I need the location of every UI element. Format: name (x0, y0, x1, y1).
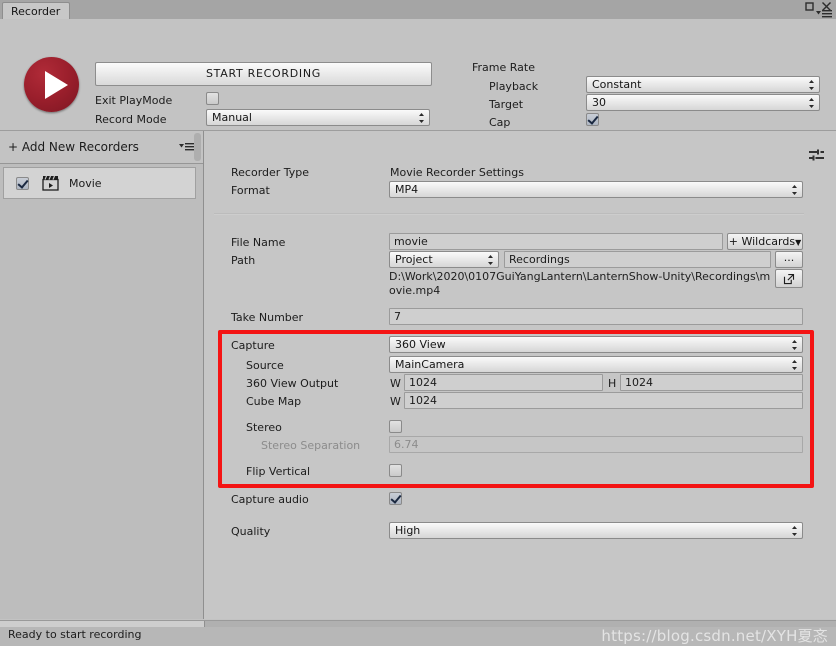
recorder-enabled-checkbox[interactable] (16, 177, 29, 190)
record-controls-panel: START RECORDING Exit PlayMode Record Mod… (0, 19, 836, 131)
capture-audio-checkbox[interactable] (389, 492, 402, 505)
chevron-updown-icon (792, 360, 797, 370)
record-mode-value: Manual (212, 111, 252, 124)
path-root-dropdown[interactable]: Project (389, 251, 499, 268)
capture-label: Capture (231, 339, 275, 352)
cube-map-label: Cube Map (246, 395, 302, 408)
view-output-width-input[interactable]: 1024 (404, 374, 603, 391)
frame-rate-group-label: Frame Rate (472, 61, 535, 74)
cube-map-width-input[interactable]: 1024 (404, 392, 803, 409)
target-label: Target (489, 98, 524, 111)
cap-checkbox[interactable] (586, 113, 599, 126)
playback-label: Playback (489, 80, 539, 93)
view-output-height-input[interactable]: 1024 (620, 374, 803, 391)
flip-vertical-checkbox[interactable] (389, 464, 402, 477)
take-number-label: Take Number (231, 311, 304, 324)
target-dropdown[interactable]: 30 (586, 94, 820, 111)
list-item[interactable]: Movie (3, 167, 196, 199)
chevron-down-icon: ▼ (795, 238, 802, 247)
playback-value: Constant (592, 78, 642, 91)
sidebar-header: + Add New Recorders (0, 131, 203, 164)
take-number-input[interactable]: 7 (389, 308, 803, 325)
view-output-w-prefix: W (390, 377, 401, 390)
record-play-button[interactable] (24, 57, 79, 112)
source-value: MainCamera (395, 358, 465, 371)
chevron-updown-icon (792, 340, 797, 350)
file-name-label: File Name (231, 236, 286, 249)
view-output-h-prefix: H (608, 377, 617, 390)
capture-dropdown[interactable]: 360 View (389, 336, 803, 353)
sidebar-scrollbar[interactable] (194, 133, 201, 161)
open-external-icon (783, 273, 795, 285)
chevron-updown-icon (488, 255, 493, 265)
stereo-checkbox[interactable] (389, 420, 402, 433)
exit-playmode-checkbox[interactable] (206, 92, 219, 105)
format-label: Format (231, 184, 270, 197)
resolved-path-text: D:\Work\2020\0107GuiYangLantern\LanternS… (389, 270, 771, 297)
file-name-input[interactable]: movie (389, 233, 723, 250)
wildcards-button[interactable]: + Wildcards▼ (727, 233, 803, 250)
path-root-value: Project (395, 253, 433, 266)
quality-dropdown[interactable]: High (389, 522, 803, 539)
quality-label: Quality (231, 525, 271, 538)
target-value: 30 (592, 96, 606, 109)
recorder-type-value: Movie Recorder Settings (390, 166, 524, 179)
record-mode-label: Record Mode (95, 113, 167, 126)
preset-settings-icon[interactable] (809, 149, 824, 163)
record-mode-dropdown[interactable]: Manual (206, 109, 430, 126)
recorders-sidebar: + Add New Recorders Movie (0, 131, 204, 619)
browse-path-button[interactable]: ... (775, 251, 803, 268)
flip-vertical-label: Flip Vertical (246, 465, 311, 478)
status-bar: Ready to start recording https://blog.cs… (0, 620, 836, 646)
chevron-updown-icon (809, 98, 814, 108)
source-dropdown[interactable]: MainCamera (389, 356, 803, 373)
recorder-window: Recorder START RECORDING Exit PlayMode R… (0, 0, 836, 646)
path-folder-input[interactable]: Recordings (504, 251, 771, 268)
path-label: Path (231, 254, 256, 267)
capture-value: 360 View (395, 338, 446, 351)
tab-recorder[interactable]: Recorder (2, 2, 70, 19)
chevron-updown-icon (809, 80, 814, 90)
wildcards-label: + Wildcards (728, 235, 796, 248)
add-new-recorders-button[interactable]: + Add New Recorders (8, 140, 139, 154)
quality-value: High (395, 524, 421, 537)
exit-playmode-label: Exit PlayMode (95, 94, 173, 107)
record-play-icon (45, 71, 68, 99)
stereo-label: Stereo (246, 421, 282, 434)
recorder-type-label: Recorder Type (231, 166, 310, 179)
cap-label: Cap (489, 116, 511, 129)
status-message: Ready to start recording (8, 628, 142, 641)
capture-audio-label: Capture audio (231, 493, 309, 506)
list-item-label: Movie (69, 177, 102, 190)
view-output-label: 360 View Output (246, 377, 339, 390)
chevron-updown-icon (792, 526, 797, 536)
clapperboard-icon (42, 175, 59, 191)
format-value: MP4 (395, 183, 419, 196)
chevron-updown-icon (419, 113, 424, 123)
start-recording-button[interactable]: START RECORDING (95, 62, 432, 86)
playback-dropdown[interactable]: Constant (586, 76, 820, 93)
chevron-updown-icon (792, 185, 797, 195)
stereo-separation-label: Stereo Separation (261, 439, 361, 452)
maximize-icon[interactable] (804, 1, 815, 12)
open-folder-button[interactable] (775, 269, 803, 288)
cube-map-w-prefix: W (390, 395, 401, 408)
format-dropdown[interactable]: MP4 (389, 181, 803, 198)
horizontal-scrollbar-thumb[interactable] (0, 621, 205, 627)
window-menu-icon[interactable] (816, 9, 832, 19)
stereo-separation-input: 6.74 (389, 436, 803, 453)
list-options-icon[interactable] (179, 142, 195, 152)
section-divider (214, 213, 804, 215)
source-label: Source (246, 359, 284, 372)
window-titlebar: Recorder (0, 0, 836, 20)
watermark-text: https://blog.csdn.net/XYH夏忞 (601, 627, 828, 645)
